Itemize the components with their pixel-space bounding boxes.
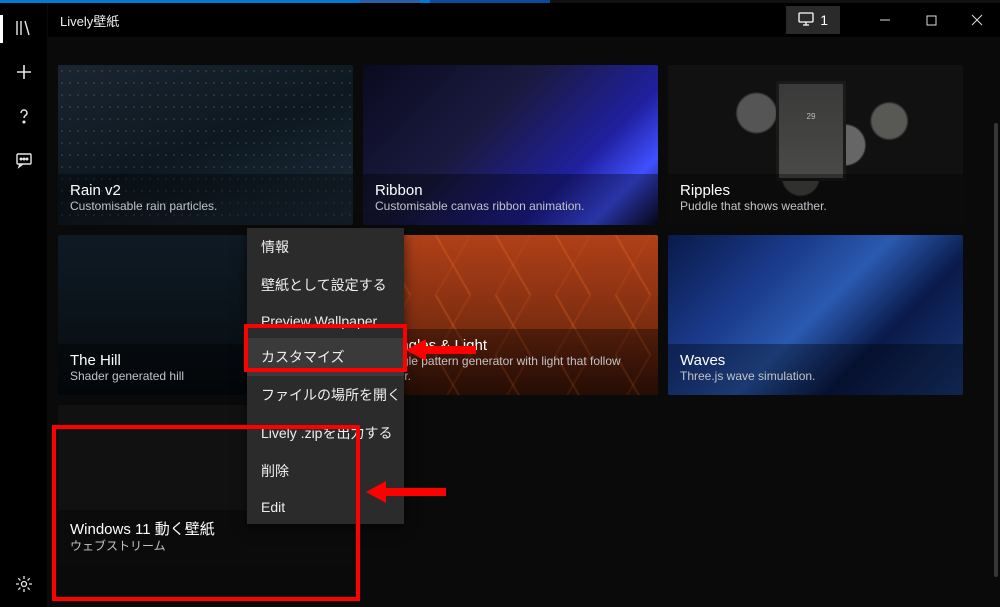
card-title: Triangles & Light (375, 337, 646, 354)
wallpaper-card-waves[interactable]: Waves Three.js wave simulation. (668, 235, 963, 395)
sidebar-item-library[interactable] (0, 7, 48, 51)
card-subtitle: Customisable canvas ribbon animation. (375, 199, 646, 215)
wallpaper-grid: Rain v2 Customisable rain particles. Rib… (48, 37, 1000, 607)
sidebar-item-settings[interactable] (0, 563, 48, 607)
menu-item-delete[interactable]: 削除 (247, 452, 404, 490)
sidebar-item-help[interactable] (0, 95, 48, 139)
sidebar-item-feedback[interactable] (0, 139, 48, 183)
monitor-picker-button[interactable]: 1 (786, 6, 840, 34)
monitor-icon (798, 12, 814, 29)
menu-item-set-as-wallpaper[interactable]: 壁紙として設定する (247, 266, 404, 304)
wallpaper-card-ribbon[interactable]: Ribbon Customisable canvas ribbon animat… (363, 65, 658, 225)
maximize-button[interactable] (908, 3, 954, 37)
close-button[interactable] (954, 3, 1000, 37)
wallpaper-card-triangles[interactable]: Triangles & Light Triangle pattern gener… (363, 235, 658, 395)
sidebar-item-add[interactable] (0, 51, 48, 95)
titlebar: Lively壁紙 1 (48, 3, 1000, 37)
scrollbar[interactable] (994, 123, 998, 577)
minimize-button[interactable] (862, 3, 908, 37)
card-subtitle: ウェブストリーム (70, 539, 341, 555)
app-title: Lively壁紙 (60, 11, 119, 30)
chat-icon (15, 151, 33, 172)
menu-item-open-location[interactable]: ファイルの場所を開く (247, 376, 404, 414)
wallpaper-card-ripples[interactable]: 29 Ripples Puddle that shows weather. (668, 65, 963, 225)
plus-icon (15, 63, 33, 84)
menu-item-edit[interactable]: Edit (247, 490, 404, 524)
library-icon (15, 19, 33, 40)
card-title: Waves (680, 352, 951, 369)
card-subtitle: Three.js wave simulation. (680, 369, 951, 385)
app-window: Lively壁紙 1 (0, 3, 1000, 607)
gear-icon (15, 575, 33, 596)
card-subtitle: Customisable rain particles. (70, 199, 341, 215)
monitor-label: 1 (820, 12, 828, 28)
card-title: Ripples (680, 182, 951, 199)
menu-item-customize[interactable]: カスタマイズ (247, 338, 404, 376)
card-subtitle: Triangle pattern generator with light th… (375, 354, 646, 385)
sidebar (0, 3, 48, 607)
weather-badge: 29 (776, 81, 846, 181)
card-info: Ripples Puddle that shows weather. (668, 174, 963, 225)
wallpaper-card-rain[interactable]: Rain v2 Customisable rain particles. (58, 65, 353, 225)
context-menu: 情報 壁紙として設定する Preview Wallpaper カスタマイズ ファ… (247, 228, 404, 524)
menu-item-info[interactable]: 情報 (247, 228, 404, 266)
card-info: Waves Three.js wave simulation. (668, 344, 963, 395)
card-title: Ribbon (375, 182, 646, 199)
card-info: Ribbon Customisable canvas ribbon animat… (363, 174, 658, 225)
question-icon (15, 107, 33, 128)
main-area: Lively壁紙 1 (48, 3, 1000, 607)
card-title: Rain v2 (70, 182, 341, 199)
card-info: Triangles & Light Triangle pattern gener… (363, 329, 658, 395)
menu-item-export-zip[interactable]: Lively .zipを出力する (247, 414, 404, 452)
card-subtitle: Puddle that shows weather. (680, 199, 951, 215)
menu-item-preview[interactable]: Preview Wallpaper (247, 304, 404, 338)
card-info: Rain v2 Customisable rain particles. (58, 174, 353, 225)
